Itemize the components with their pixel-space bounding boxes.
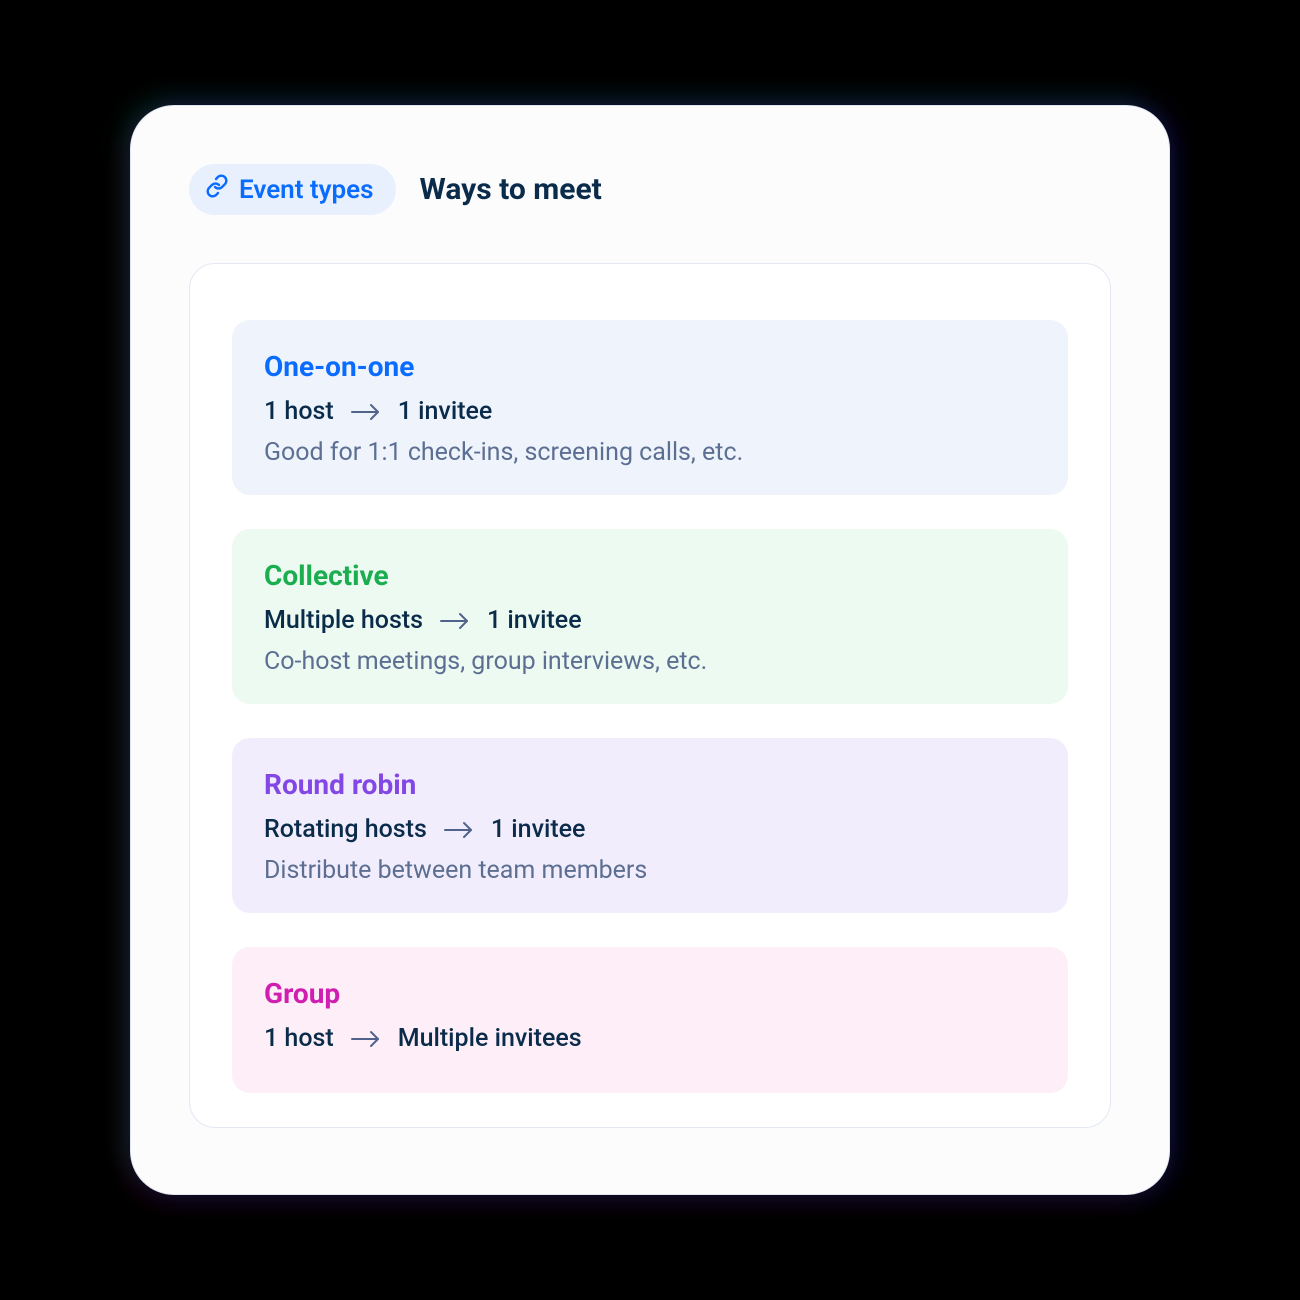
card-title: One-on-one (264, 350, 1036, 383)
card-desc: Co-host meetings, group interviews, etc. (264, 647, 1036, 676)
card-hosts: 1 host (264, 397, 334, 426)
event-types-badge-label: Event types (239, 175, 374, 205)
card-invitees: Multiple invitees (398, 1024, 582, 1053)
arrow-right-icon (439, 610, 471, 632)
event-types-panel: One-on-one 1 host 1 invitee Good for 1:1… (189, 263, 1111, 1128)
page-title: Ways to meet (420, 172, 602, 207)
card-title: Round robin (264, 768, 1036, 801)
card-invitees: 1 invitee (491, 815, 586, 844)
card-title: Group (264, 977, 1036, 1010)
card-hosts: 1 host (264, 1024, 334, 1053)
card-title: Collective (264, 559, 1036, 592)
arrow-right-icon (443, 819, 475, 841)
card-subline: Multiple hosts 1 invitee (264, 606, 1036, 635)
card-subline: 1 host 1 invitee (264, 397, 1036, 426)
card-desc: Good for 1:1 check-ins, screening calls,… (264, 438, 1036, 467)
arrow-right-icon (350, 401, 382, 423)
header-row: Event types Ways to meet (189, 164, 1111, 215)
card-invitees: 1 invitee (487, 606, 582, 635)
event-type-card-group[interactable]: Group 1 host Multiple invitees (232, 947, 1068, 1093)
event-type-card-round-robin[interactable]: Round robin Rotating hosts 1 invitee Dis… (232, 738, 1068, 913)
card-invitees: 1 invitee (398, 397, 493, 426)
event-type-card-collective[interactable]: Collective Multiple hosts 1 invitee Co-h… (232, 529, 1068, 704)
card-subline: 1 host Multiple invitees (264, 1024, 1036, 1053)
card-hosts: Multiple hosts (264, 606, 423, 635)
event-types-badge[interactable]: Event types (189, 164, 396, 215)
card-subline: Rotating hosts 1 invitee (264, 815, 1036, 844)
link-icon (205, 174, 229, 205)
app-window: Event types Ways to meet One-on-one 1 ho… (130, 105, 1170, 1195)
arrow-right-icon (350, 1028, 382, 1050)
event-type-card-one-on-one[interactable]: One-on-one 1 host 1 invitee Good for 1:1… (232, 320, 1068, 495)
card-desc: Distribute between team members (264, 856, 1036, 885)
card-hosts: Rotating hosts (264, 815, 427, 844)
